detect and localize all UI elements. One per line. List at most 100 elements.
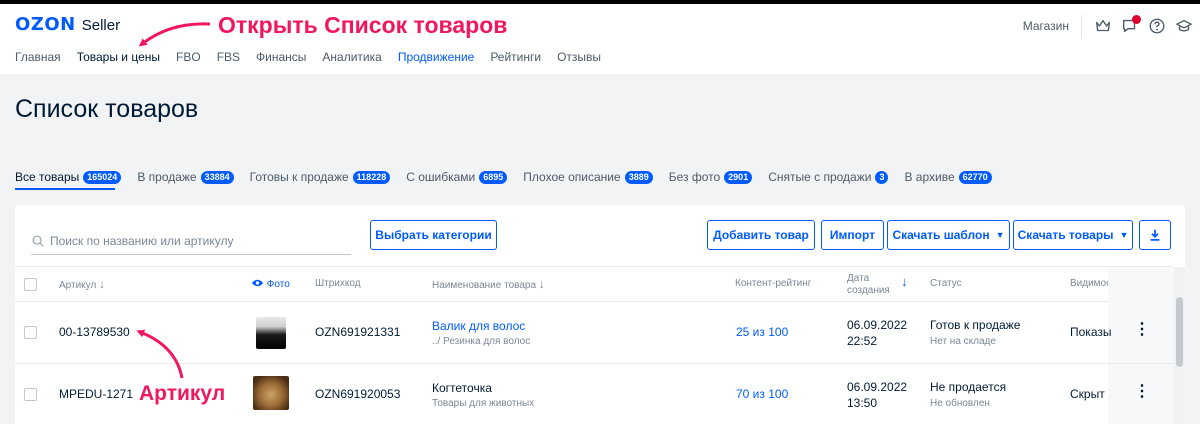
column-label: Фото xyxy=(266,279,290,290)
search-icon xyxy=(32,235,44,247)
product-name[interactable]: Когтеточка xyxy=(432,381,492,396)
count-badge: 3 xyxy=(875,170,889,184)
column-visibility: Видимос xyxy=(1070,278,1112,289)
product-photo[interactable] xyxy=(253,376,289,410)
count-badge: 62770 xyxy=(958,170,992,184)
created-date: 06.09.2022 xyxy=(847,318,908,332)
column-label: Артикул xyxy=(59,280,97,291)
content-rating-link[interactable]: 70 из 100 xyxy=(736,387,788,402)
import-button[interactable]: Импорт xyxy=(821,220,884,250)
column-article[interactable]: Артикул ↓ xyxy=(59,278,105,292)
nav-promotion[interactable]: Продвижение xyxy=(398,50,475,64)
column-photo[interactable]: Фото xyxy=(251,278,290,291)
tab-on-sale[interactable]: В продаже 33884 xyxy=(137,167,234,187)
button-label: Скачать товары xyxy=(1017,228,1114,242)
tab-no-photo[interactable]: Без фото 2901 xyxy=(668,167,753,187)
download-template-button[interactable]: Скачать шаблон ▼ xyxy=(887,220,1010,250)
choose-categories-button[interactable]: Выбрать категории xyxy=(370,220,497,250)
column-date-created[interactable]: Дата создания xyxy=(847,273,890,297)
tab-label: В архиве xyxy=(904,170,955,184)
header-actions: Магазин xyxy=(1023,14,1200,38)
add-product-button[interactable]: Добавить товар xyxy=(707,220,815,250)
status-subtext: Не обновлен xyxy=(930,398,990,409)
vertical-scrollbar[interactable] xyxy=(1174,267,1185,424)
more-actions-icon[interactable]: ⋮ xyxy=(1134,319,1150,339)
sort-arrow-icon: ↓ xyxy=(99,277,106,291)
count-badge: 33884 xyxy=(200,170,234,184)
help-icon[interactable] xyxy=(1146,15,1168,37)
tab-all-products[interactable]: Все товары 165024 xyxy=(15,167,122,187)
content-rating-link[interactable]: 25 из 100 xyxy=(736,325,788,340)
column-content-rating: Контент-рейтинг xyxy=(735,278,812,289)
tab-with-errors[interactable]: С ошибками 6895 xyxy=(406,167,508,187)
tab-ready-to-sell[interactable]: Готовы к продаже 118228 xyxy=(250,167,391,187)
row-checkbox[interactable] xyxy=(24,388,37,401)
sort-arrow-icon: ↓ xyxy=(538,277,545,291)
product-name-link[interactable]: Валик для волос xyxy=(432,319,525,334)
created-time: 22:52 xyxy=(847,334,878,348)
crown-icon[interactable] xyxy=(1092,15,1114,37)
tab-label: Без фото xyxy=(668,170,721,184)
chevron-down-icon: ▼ xyxy=(1119,230,1129,240)
status-text: Не продается xyxy=(930,380,1007,394)
page-title: Список товаров xyxy=(15,95,199,123)
row-checkbox[interactable] xyxy=(24,326,37,339)
count-badge: 6895 xyxy=(479,170,508,184)
column-status: Статус xyxy=(930,278,962,289)
column-label: Наименование товара xyxy=(432,280,537,291)
notification-dot xyxy=(1132,15,1141,24)
count-badge: 2901 xyxy=(724,170,753,184)
nav-products-prices[interactable]: Товары и цены xyxy=(77,50,160,64)
tab-label: Все товары xyxy=(15,170,80,184)
status-subtext: Нет на складе xyxy=(930,336,996,347)
graduation-cap-icon[interactable] xyxy=(1173,15,1195,37)
nav-fbs[interactable]: FBS xyxy=(217,50,240,64)
annotation-open-product-list: Открыть Список товаров xyxy=(218,12,508,38)
nav-ratings[interactable]: Рейтинги xyxy=(490,50,541,64)
tab-archive[interactable]: В архиве 62770 xyxy=(904,167,992,187)
select-all-checkbox[interactable] xyxy=(24,278,37,291)
scrollbar-thumb[interactable] xyxy=(1176,297,1183,367)
tab-label: В продаже xyxy=(137,170,197,184)
product-photo[interactable] xyxy=(256,317,286,349)
nav-home[interactable]: Главная xyxy=(15,50,61,64)
chevron-down-icon: ▼ xyxy=(995,230,1005,240)
annotation-article: Артикул xyxy=(139,382,226,405)
row-barcode: OZN691920053 xyxy=(315,387,401,401)
tab-label: С ошибками xyxy=(406,170,476,184)
tab-label: Готовы к продаже xyxy=(249,170,349,184)
row-barcode: OZN691921331 xyxy=(315,325,401,339)
column-name[interactable]: Наименование товара ↓ xyxy=(432,278,545,292)
chat-icon[interactable] xyxy=(1119,15,1141,37)
nav-fbo[interactable]: FBO xyxy=(176,50,201,64)
main-nav: Главная Товары и цены FBO FBS Финансы Ан… xyxy=(15,50,617,64)
tab-bad-description[interactable]: Плохое описание 3889 xyxy=(523,167,653,187)
visibility-value: Показы xyxy=(1070,325,1112,339)
table-header: Артикул ↓ Фото Штрихкод Наименование тов… xyxy=(15,266,1173,302)
created-time: 13:50 xyxy=(847,396,878,410)
logo-brand: OZON xyxy=(15,14,76,35)
row-article: MPEDU-1271 xyxy=(59,387,134,401)
shop-selector[interactable]: Магазин xyxy=(1023,19,1069,33)
product-category: ../ Резинка для волос xyxy=(432,336,531,347)
active-tab-indicator xyxy=(15,188,115,190)
status-text: Готов к продаже xyxy=(930,318,1021,332)
ozon-seller-logo[interactable]: OZON Seller xyxy=(15,14,120,35)
column-label: Дата xyxy=(847,273,870,284)
created-date: 06.09.2022 xyxy=(847,380,908,394)
tab-label: Снятые с продажи xyxy=(768,170,872,184)
download-button[interactable] xyxy=(1139,220,1171,250)
nav-analytics[interactable]: Аналитика xyxy=(322,50,381,64)
button-label: Скачать шаблон xyxy=(892,228,990,242)
nav-reviews[interactable]: Отзывы xyxy=(557,50,601,64)
eye-icon xyxy=(251,279,264,287)
table-row[interactable]: 00-13789530 OZN691921331 Валик для волос… xyxy=(15,302,1173,364)
nav-finance[interactable]: Финансы xyxy=(256,50,306,64)
download-products-button[interactable]: Скачать товары ▼ xyxy=(1013,220,1133,250)
tab-removed-from-sale[interactable]: Снятые с продажи 3 xyxy=(768,167,889,187)
count-badge: 165024 xyxy=(83,170,122,184)
search-input[interactable] xyxy=(50,233,340,248)
more-actions-icon[interactable]: ⋮ xyxy=(1134,381,1150,401)
count-badge: 3889 xyxy=(624,170,653,184)
sort-arrow-icon[interactable]: ↓ xyxy=(901,275,908,288)
